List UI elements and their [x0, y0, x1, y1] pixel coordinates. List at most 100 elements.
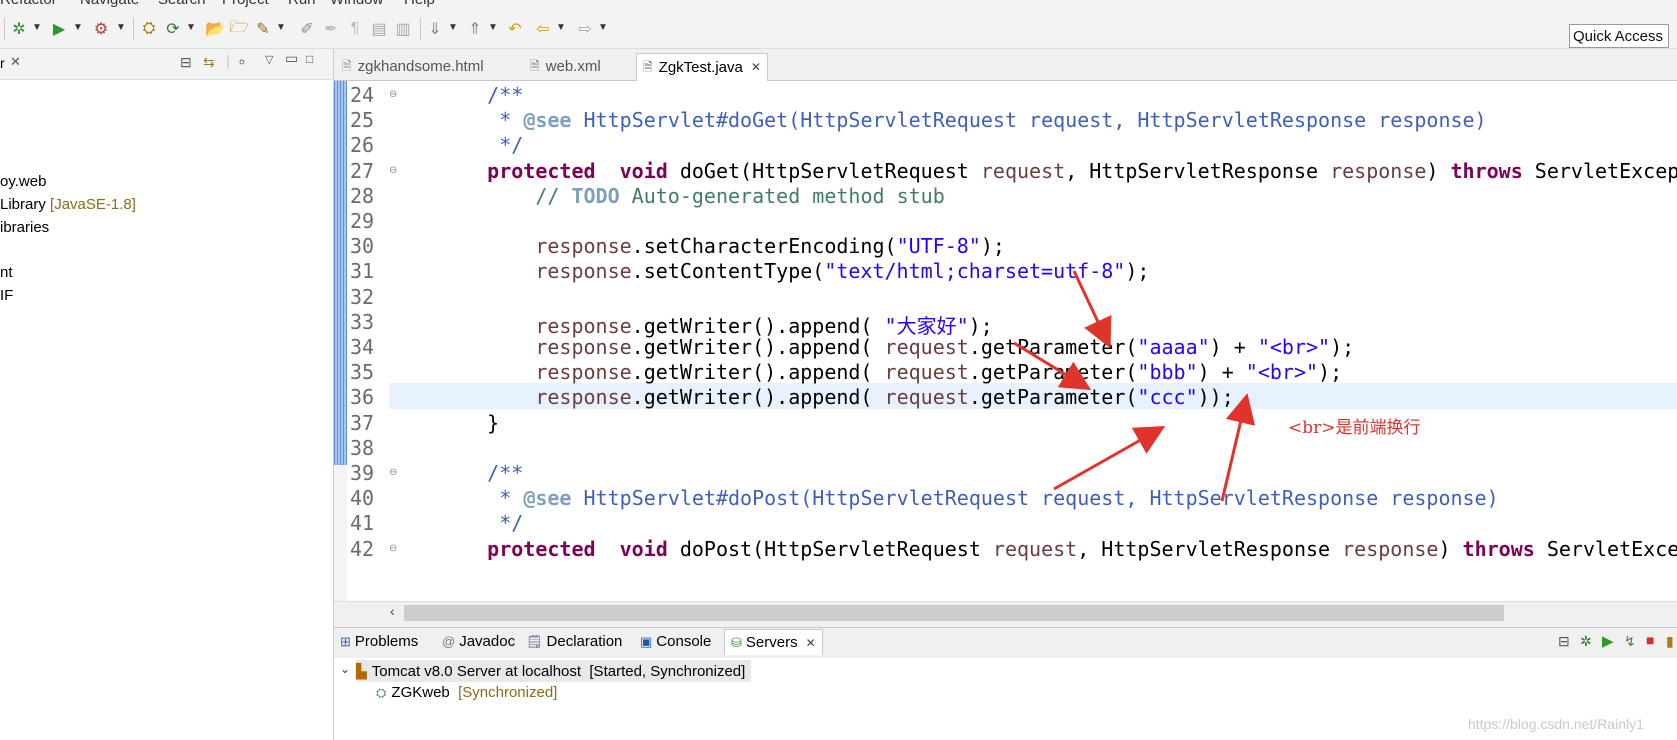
fold-toggle-icon[interactable]: ⊖ [389, 89, 397, 100]
close-icon[interactable]: ✕ [10, 54, 21, 70]
tab-zgkhandsome-html[interactable]: 🗎 zgkhandsome.html [342, 53, 484, 80]
menu-navigate[interactable]: Navigate [80, 0, 139, 8]
tab-declaration[interactable]: 🗒 Declaration [526, 633, 622, 650]
fold-toggle-icon[interactable]: ⊖ [389, 467, 397, 478]
highlight-icon[interactable]: ✒ [320, 18, 342, 40]
tab-javadoc[interactable]: @ Javadoc [442, 633, 515, 650]
code-editor[interactable]: 24 /** 25 * @see HttpServlet#doGet(HttpSe… [334, 81, 1677, 619]
module-row[interactable]: ⛭ ZGKweb [Synchronized] [376, 684, 557, 701]
external-tools-icon[interactable]: ⚙ [90, 18, 112, 40]
chevron-down-icon[interactable]: ▼ [32, 22, 42, 33]
tab-console[interactable]: ▣ Console [640, 633, 711, 650]
servers-icon: ⛁ [731, 634, 742, 650]
profile-icon[interactable]: ↯ [1624, 633, 1636, 650]
new-server-icon[interactable]: ⛭ [138, 18, 160, 40]
separator: | [226, 53, 230, 70]
tree-item-content[interactable]: nt [0, 264, 13, 281]
whitespace-icon[interactable]: ¶ [344, 18, 366, 40]
close-icon[interactable]: ✕ [806, 636, 816, 650]
problems-icon: ⊞ [340, 633, 351, 649]
filters-icon[interactable]: ⚬ [236, 54, 248, 71]
editor-horizontal-scrollbar[interactable]: ‹ [334, 601, 1677, 624]
debug-icon[interactable]: ✲ [8, 18, 30, 40]
code-line: response.getWriter().append( request.get… [535, 385, 1234, 410]
open-type-icon[interactable]: 📂 [204, 18, 226, 40]
code-line: /** [487, 83, 524, 107]
java-file-icon: 🗎 [643, 60, 653, 74]
publish-icon[interactable]: ▮ [1666, 633, 1674, 650]
watermark: https://blog.csdn.net/Rainly1 [1468, 716, 1644, 732]
scrollbar-thumb[interactable] [404, 605, 1504, 621]
explorer-header: r ✕ ⊟ ⇆ | ⚬ ▽ ▭ □ [0, 49, 333, 80]
chevron-down-icon[interactable]: ▼ [276, 22, 286, 33]
forward-icon[interactable]: ⇨ [574, 18, 596, 40]
run-icon[interactable]: ▶ [48, 18, 70, 40]
menu-search[interactable]: Search [158, 0, 206, 8]
main-toolbar: ✲ ▼ ▶ ▼ ⚙ ▼ ⛭ ⟳ ▼ 📂 🗁 ✎ ▼ ✐ ✒ ¶ ▤ ▥ ⇓ ▼ … [0, 8, 1677, 49]
menu-refactor[interactable]: Refactor [0, 0, 57, 8]
line-number: 32 [350, 284, 375, 309]
menu-run[interactable]: Run [288, 0, 316, 8]
prev-annotation-icon[interactable]: ⇑ [464, 18, 486, 40]
code-line: */ [499, 511, 524, 536]
menu-window[interactable]: Window [330, 0, 383, 8]
code-line: protected void doGet(HttpServletRequest … [487, 158, 1677, 183]
pilcrow-icon[interactable]: ▥ [392, 18, 414, 40]
start-debug-icon[interactable]: ✲ [1580, 633, 1592, 650]
tree-item-inf[interactable]: IF [0, 287, 13, 304]
chevron-down-icon[interactable]: ▼ [448, 22, 458, 33]
chevron-down-icon[interactable]: ▼ [73, 22, 83, 33]
close-icon[interactable]: ✕ [751, 54, 761, 81]
collapse-all-icon[interactable]: ⊟ [1558, 633, 1570, 650]
maximize-icon[interactable]: □ [306, 52, 313, 66]
fold-toggle-icon[interactable]: ⊖ [389, 543, 397, 554]
start-server-icon[interactable]: ▶ [1602, 632, 1614, 650]
line-number: 26 [350, 133, 375, 158]
view-menu-icon[interactable]: ▽ [265, 53, 273, 66]
tomcat-server-icon: ▙ [356, 662, 367, 679]
ruler-empty [334, 465, 347, 619]
tab-servers[interactable]: ⛁ Servers ✕ [724, 629, 823, 655]
tree-item-jre-library[interactable]: Library [JavaSE-1.8] [0, 196, 136, 213]
quick-access-field[interactable]: Quick Access [1569, 24, 1669, 48]
minimize-icon[interactable]: ▭ [285, 50, 298, 67]
scroll-left-icon[interactable]: ‹ [390, 603, 395, 619]
html-file-icon: 🗎 [342, 59, 352, 73]
new-package-icon[interactable]: ⟳ [162, 18, 184, 40]
tab-zgktest-java[interactable]: 🗎 ZgkTest.java ✕ [636, 53, 768, 81]
tree-item-libraries[interactable]: ibraries [0, 219, 49, 236]
chevron-down-icon[interactable]: ▼ [116, 22, 126, 33]
menu-bar: Refactor Navigate Search Project Run Win… [0, 0, 1677, 8]
chevron-down-icon[interactable]: ▼ [488, 22, 498, 33]
toolbar-separator [4, 18, 5, 40]
code-line: } [487, 410, 500, 435]
back-icon[interactable]: ⇦ [532, 18, 554, 40]
tab-web-xml[interactable]: 🗎 web.xml [530, 53, 601, 80]
code-line: /** [487, 461, 524, 485]
chevron-down-icon[interactable]: ▼ [186, 22, 196, 33]
last-edit-icon[interactable]: ↶ [504, 18, 526, 40]
arrow-to-ccc [1053, 426, 1166, 491]
open-task-icon[interactable]: 🗁 [228, 18, 250, 40]
expand-chevron-icon[interactable]: ⌄ [340, 662, 350, 676]
pen-icon[interactable]: ✎ [252, 18, 274, 40]
chevron-down-icon[interactable]: ▼ [556, 22, 566, 33]
line-number: 33 [350, 309, 375, 334]
explorer-tab-fragment[interactable]: r [0, 55, 5, 71]
block-select-icon[interactable]: ▤ [368, 18, 390, 40]
console-icon: ▣ [640, 633, 653, 649]
menu-project[interactable]: Project [222, 0, 269, 8]
fold-toggle-icon[interactable]: ⊖ [389, 165, 397, 176]
link-editor-icon[interactable]: ⇆ [203, 54, 215, 71]
tab-problems[interactable]: ⊞ Problems [340, 633, 418, 650]
menu-help[interactable]: Help [404, 0, 435, 8]
stop-server-icon[interactable]: ■ [1646, 632, 1654, 648]
server-row[interactable]: ▙ Tomcat v8.0 Server at localhost [Start… [356, 660, 752, 682]
line-number: 31 [350, 259, 375, 284]
tree-item-project[interactable]: oy.web [0, 173, 46, 190]
toggle-mark-icon[interactable]: ✐ [296, 18, 318, 40]
chevron-down-icon[interactable]: ▼ [598, 22, 608, 33]
code-line: response.getWriter().append( request.get… [535, 335, 1355, 359]
next-annotation-icon[interactable]: ⇓ [424, 18, 446, 40]
collapse-all-icon[interactable]: ⊟ [180, 54, 192, 71]
